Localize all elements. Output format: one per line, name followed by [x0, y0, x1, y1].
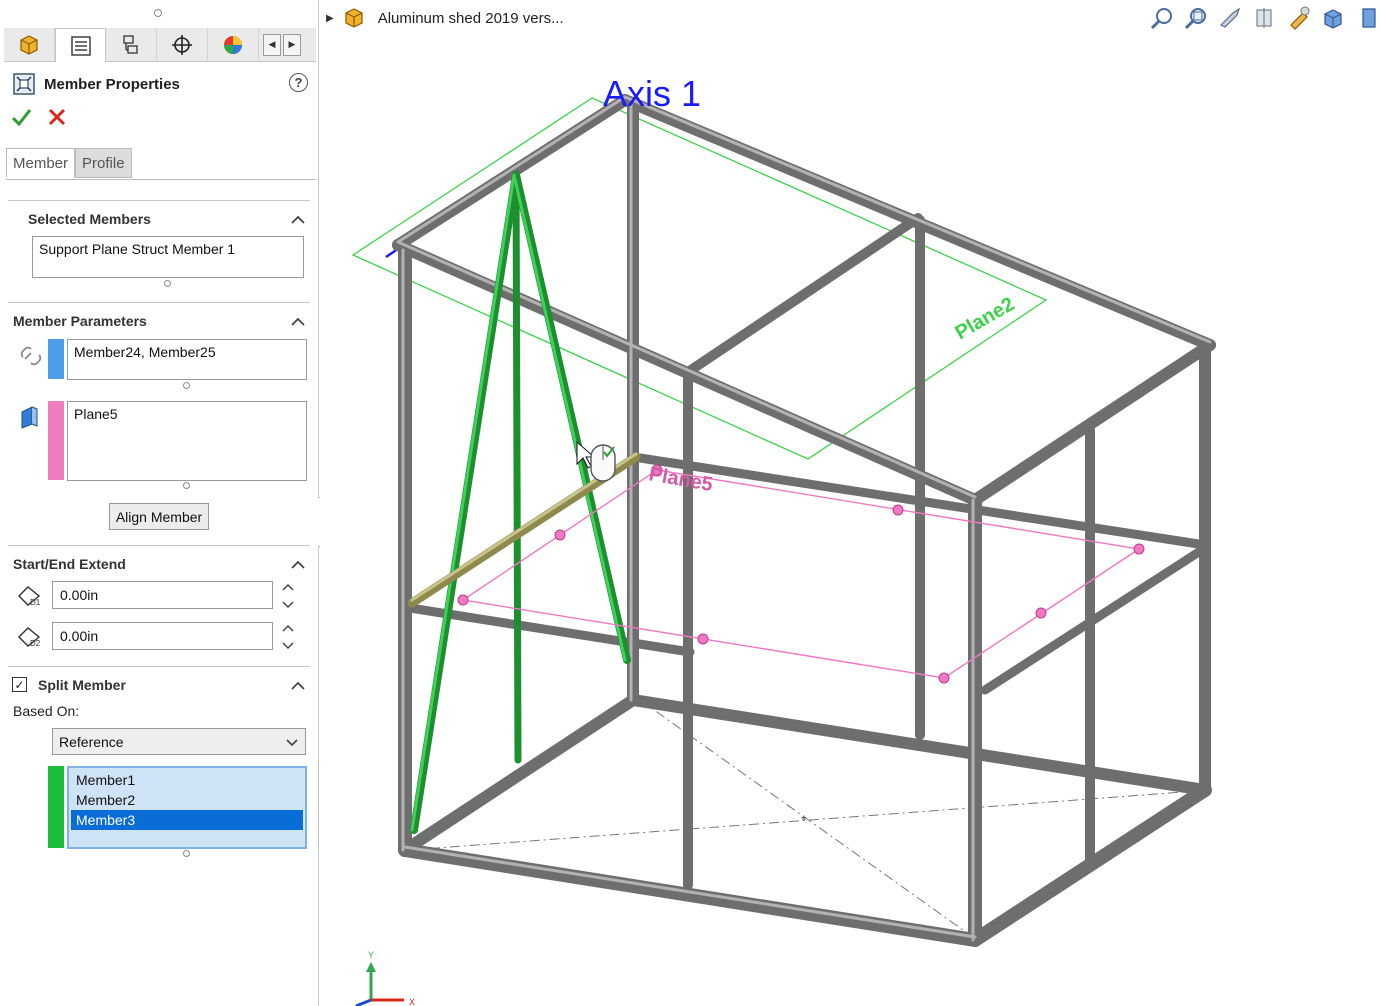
help-icon[interactable]: ?: [289, 73, 308, 92]
sub-tab-divider: [6, 179, 316, 180]
tab-profile[interactable]: Profile: [75, 148, 132, 178]
collapse-chevron-icon[interactable]: [291, 316, 305, 326]
list-resize-handle[interactable]: [164, 280, 171, 287]
checkmark-icon: ✓: [14, 677, 25, 692]
ok-check-icon[interactable]: [10, 106, 32, 128]
split-member-title: Split Member: [38, 677, 126, 693]
plane-icon: [21, 406, 38, 429]
collapse-chevron-icon[interactable]: [291, 214, 305, 224]
cancel-x-icon[interactable]: [46, 106, 68, 128]
group-divider: [8, 666, 310, 667]
property-manager-icon: [70, 35, 91, 56]
assembly-icon: [345, 8, 363, 28]
members-link-icon: [20, 346, 42, 366]
plane-selection-list[interactable]: Plane5: [67, 401, 307, 481]
list-resize-handle[interactable]: [183, 850, 190, 857]
selected-members-title: Selected Members: [28, 211, 151, 227]
display-manager-icon: [224, 36, 242, 54]
display-manager-tab[interactable]: [208, 28, 259, 62]
list-item[interactable]: Member1: [71, 770, 303, 790]
plane2-label: Plane2: [952, 293, 1019, 344]
member-properties-icon: [13, 73, 35, 95]
start-extend-input[interactable]: 0.00in: [52, 581, 273, 609]
previous-view-icon[interactable]: [1217, 5, 1245, 31]
reference-color-strip: [48, 766, 64, 848]
heads-up-toolbar: [1149, 4, 1381, 32]
zoom-to-area-icon[interactable]: [1183, 5, 1211, 31]
list-item[interactable]: Member3: [71, 810, 303, 830]
manager-tab-bar: ◀ ▶: [4, 28, 316, 62]
feature-manager-tab[interactable]: [4, 28, 55, 62]
start-end-extend-title: Start/End Extend: [13, 556, 126, 572]
selected-members-list[interactable]: Support Plane Struct Member 1: [32, 236, 304, 278]
tab-member[interactable]: Member: [6, 148, 76, 178]
axis-label: Axis 1: [603, 73, 701, 114]
feature-tree-flyout[interactable]: ▶ Aluminum shed 2019 vers...: [326, 6, 564, 30]
spin-down-icon[interactable]: [282, 641, 294, 651]
based-on-dropdown[interactable]: Reference: [52, 728, 306, 755]
property-manager-panel: ◀ ▶ Member Properties ? Member Profile S…: [0, 0, 319, 1006]
tab-scroll-left-button[interactable]: ◀: [263, 33, 281, 56]
end-extend-d2-icon: D2: [18, 627, 41, 648]
end-extend-spinner[interactable]: [282, 623, 294, 651]
collapse-chevron-icon[interactable]: [291, 680, 305, 690]
configuration-manager-icon: [123, 35, 138, 54]
group-divider: [8, 545, 310, 546]
list-resize-handle[interactable]: [183, 482, 190, 489]
group-divider: [8, 200, 310, 201]
tab-scroll-right-button[interactable]: ▶: [283, 33, 301, 56]
end-extend-input[interactable]: 0.00in: [52, 622, 273, 650]
panel-collapse-handle[interactable]: [154, 9, 162, 17]
svg-text:D1: D1: [30, 598, 41, 607]
list-resize-handle[interactable]: [183, 382, 190, 389]
zoom-to-fit-icon[interactable]: [1149, 5, 1177, 31]
group-divider: [8, 302, 310, 303]
property-manager-header: Member Properties ?: [12, 70, 308, 98]
dimxpert-icon: [172, 35, 192, 55]
based-on-value: Reference: [59, 734, 124, 750]
plane2-outline: [351, 97, 1048, 460]
based-on-label: Based On:: [13, 703, 80, 719]
chevron-down-icon: [286, 739, 298, 747]
members-selection-list[interactable]: Member24, Member25: [67, 339, 307, 380]
split-member-checkbox[interactable]: ✓: [12, 677, 27, 692]
display-style-icon[interactable]: [1353, 5, 1381, 31]
triad-y-label: Y: [368, 950, 374, 960]
model-scene[interactable]: * Axis 1 Plane2 Plane5 Y X: [320, 0, 1381, 1006]
page-title: Member Properties: [44, 75, 180, 93]
members-color-strip: [48, 339, 64, 379]
tree-root-title[interactable]: Aluminum shed 2019 vers...: [378, 10, 564, 27]
section-view-icon[interactable]: [1251, 5, 1279, 31]
plane-color-strip: [48, 401, 64, 480]
align-member-button[interactable]: Align Member: [109, 503, 209, 530]
property-manager-tab[interactable]: [55, 28, 106, 62]
collapse-chevron-icon[interactable]: [291, 559, 305, 569]
spin-up-icon[interactable]: [282, 582, 294, 592]
spin-up-icon[interactable]: [282, 623, 294, 633]
dimxpert-tab[interactable]: [157, 28, 208, 62]
view-orientation-icon[interactable]: [1319, 5, 1347, 31]
configuration-manager-tab[interactable]: [106, 28, 157, 62]
reference-members-list[interactable]: Member1 Member2 Member3: [67, 766, 307, 849]
reference-triad-icon: Y X: [355, 950, 415, 1006]
view-selector-icon[interactable]: [1285, 5, 1313, 31]
triad-x-label: X: [409, 997, 415, 1006]
feature-manager-icon: [20, 35, 38, 55]
svg-text:D2: D2: [30, 639, 41, 648]
member-parameters-title: Member Parameters: [13, 313, 147, 329]
origin-marker: *: [801, 812, 807, 828]
start-extend-d1-icon: D1: [18, 586, 41, 607]
list-item[interactable]: Member2: [71, 790, 303, 810]
sub-tab-bar: Member Profile: [6, 148, 132, 180]
expand-arrow-icon[interactable]: ▶: [326, 13, 334, 24]
start-extend-spinner[interactable]: [282, 582, 294, 610]
graphics-area[interactable]: * Axis 1 Plane2 Plane5 Y X ▶ Aluminum sh…: [320, 0, 1381, 1006]
spin-down-icon[interactable]: [282, 600, 294, 610]
